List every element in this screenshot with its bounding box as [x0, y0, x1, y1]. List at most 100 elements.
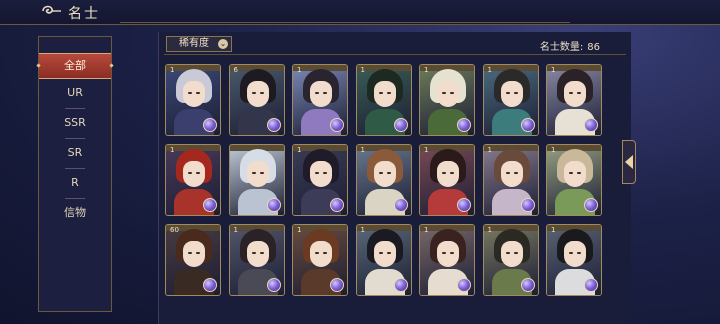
- character-card[interactable]: 1: [292, 224, 348, 296]
- character-eye: [188, 92, 192, 94]
- sidebar-item-label: 信物: [64, 206, 86, 219]
- character-eye: [323, 252, 327, 254]
- character-face: [246, 161, 269, 187]
- character-eye: [505, 252, 510, 254]
- character-eye: [196, 252, 200, 254]
- rarity-filter-button[interactable]: 稀有度 ⌄: [166, 36, 232, 52]
- character-eye: [577, 252, 581, 254]
- rarity-orb-icon: [584, 118, 598, 132]
- card-level: 1: [297, 146, 302, 154]
- card-level: 1: [424, 146, 429, 154]
- character-card[interactable]: [228, 144, 285, 216]
- character-face: [373, 81, 396, 107]
- toolbar-divider: [164, 54, 626, 55]
- card-level: 6: [233, 66, 238, 74]
- character-eye: [513, 92, 518, 94]
- rarity-orb-icon: [520, 278, 535, 292]
- rarity-orb-icon: [393, 278, 408, 292]
- back-swirl-icon[interactable]: [40, 3, 62, 19]
- rarity-orb-icon: [330, 278, 344, 292]
- character-card[interactable]: 1: [419, 64, 475, 136]
- character-face: [310, 161, 332, 187]
- character-face: [373, 241, 396, 267]
- character-eye: [378, 252, 383, 254]
- character-face: [183, 81, 205, 107]
- character-card[interactable]: 1: [228, 224, 285, 296]
- character-face: [437, 161, 459, 187]
- character-card[interactable]: 1: [546, 224, 602, 296]
- character-eye: [513, 172, 518, 174]
- character-eye: [505, 172, 510, 174]
- character-card[interactable]: 1: [482, 144, 539, 216]
- rarity-orb-icon: [393, 198, 408, 212]
- rarity-orb-icon: [203, 118, 217, 132]
- character-card[interactable]: 6: [228, 64, 285, 136]
- rarity-orb-icon: [393, 118, 408, 132]
- rarity-orb-icon: [520, 118, 535, 132]
- rarity-orb-icon: [457, 278, 471, 292]
- character-face: [564, 161, 586, 187]
- rarity-orb-icon: [584, 198, 598, 212]
- character-face: [310, 81, 332, 107]
- card-level: 1: [170, 146, 175, 154]
- card-level: 60: [170, 226, 179, 234]
- sidebar-item-all[interactable]: 全部: [36, 53, 114, 79]
- collapse-panel-tab[interactable]: [622, 140, 636, 184]
- character-card[interactable]: 1: [419, 144, 475, 216]
- character-card[interactable]: 1: [165, 64, 221, 136]
- character-eye: [442, 252, 446, 254]
- rarity-orb-icon: [266, 118, 281, 132]
- sidebar-item-label: UR: [67, 86, 83, 99]
- character-eye: [577, 172, 581, 174]
- character-card[interactable]: 1: [292, 64, 348, 136]
- character-face: [246, 241, 269, 267]
- sidebar-item-label: SR: [67, 146, 83, 159]
- rarity-filter-label: 稀有度: [179, 38, 209, 49]
- character-eye: [505, 92, 510, 94]
- character-eye: [315, 172, 319, 174]
- character-eye: [569, 252, 573, 254]
- rarity-orb-icon: [266, 198, 281, 212]
- character-eye: [386, 92, 391, 94]
- character-card[interactable]: 1: [482, 224, 539, 296]
- sidebar-item-sr[interactable]: SR: [39, 141, 111, 165]
- character-eye: [442, 92, 446, 94]
- character-count-label: 名士数量:: [539, 42, 584, 53]
- rarity-orb-icon: [457, 118, 471, 132]
- sidebar-item-ur[interactable]: UR: [39, 81, 111, 105]
- sidebar-item-r[interactable]: R: [39, 171, 111, 195]
- character-face: [183, 241, 205, 267]
- rarity-orb-icon: [457, 198, 471, 212]
- title-bar: 名士: [0, 0, 720, 25]
- character-card[interactable]: 1: [482, 64, 539, 136]
- character-card[interactable]: 1: [355, 144, 412, 216]
- arrow-left-icon: [625, 155, 633, 169]
- character-card[interactable]: 1: [355, 224, 412, 296]
- diamond-ornament-icon: [109, 63, 114, 68]
- character-eye: [259, 252, 264, 254]
- character-eye: [386, 252, 391, 254]
- sidebar-item-tokens[interactable]: 信物: [39, 201, 111, 225]
- sidebar-item-label: 全部: [64, 59, 86, 72]
- character-eye: [569, 92, 573, 94]
- character-eye: [196, 172, 200, 174]
- character-card[interactable]: 1: [546, 64, 602, 136]
- card-level: 1: [360, 66, 365, 74]
- character-eye: [378, 92, 383, 94]
- sidebar-divider: [65, 198, 85, 199]
- character-card[interactable]: 1: [165, 144, 221, 216]
- card-level: 1: [551, 66, 556, 74]
- card-level: 1: [424, 66, 429, 74]
- card-level: 1: [551, 146, 556, 154]
- character-eye: [577, 92, 581, 94]
- character-face: [183, 161, 205, 187]
- character-card[interactable]: 1: [546, 144, 602, 216]
- character-card[interactable]: 1: [355, 64, 412, 136]
- character-eye: [513, 252, 518, 254]
- chevron-down-icon: ⌄: [218, 39, 228, 49]
- character-card[interactable]: 60: [165, 224, 221, 296]
- character-face: [310, 241, 332, 267]
- character-card[interactable]: 1: [292, 144, 348, 216]
- character-card[interactable]: 1: [419, 224, 475, 296]
- sidebar-item-ssr[interactable]: SSR: [39, 111, 111, 135]
